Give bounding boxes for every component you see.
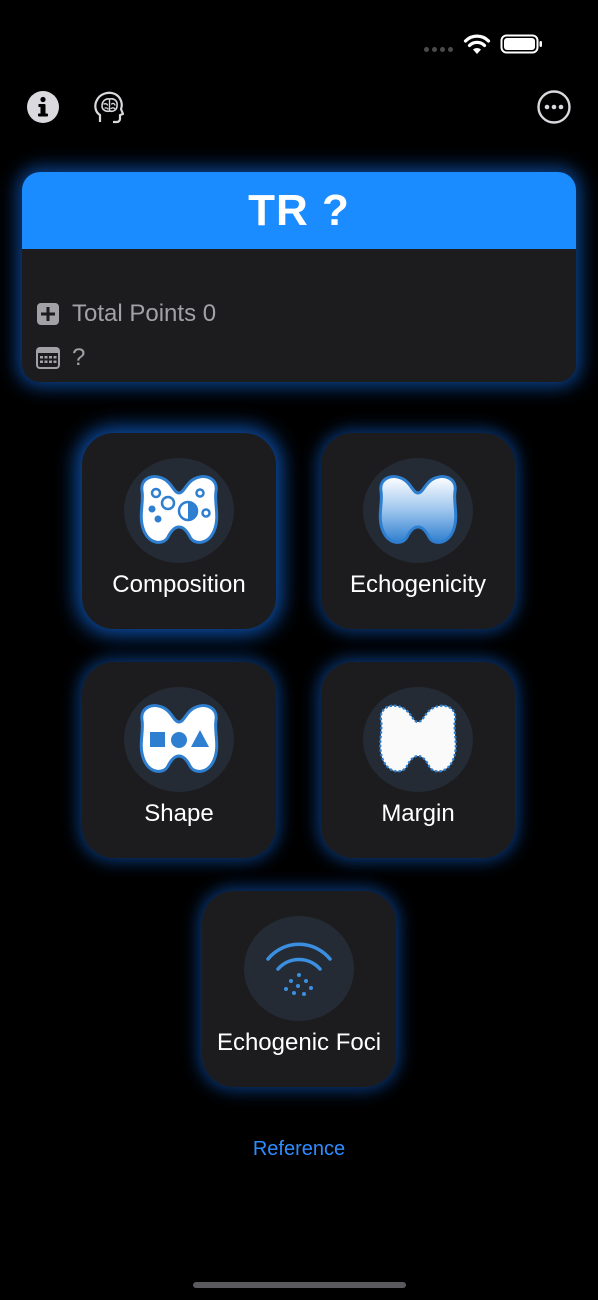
ellipsis-circle-icon[interactable] xyxy=(536,89,572,125)
margin-tile[interactable]: Margin xyxy=(321,662,515,858)
echogenicity-tile[interactable]: Echogenicity xyxy=(321,433,515,629)
reference-link[interactable]: Reference xyxy=(0,1138,598,1161)
battery-icon xyxy=(500,34,542,54)
signal-dots-icon xyxy=(424,47,453,52)
composition-icon-bg xyxy=(124,458,234,563)
shape-icon-bg xyxy=(124,687,234,792)
thyroid-margin-icon xyxy=(379,704,457,772)
margin-icon-bg xyxy=(363,687,473,792)
calendar-row: ? xyxy=(36,344,85,372)
echogenicity-icon-bg xyxy=(363,458,473,563)
tirads-result-title: TR ? xyxy=(248,185,350,235)
result-card: TR ? Total Points 0 ? xyxy=(22,172,576,382)
echogenicity-label: Echogenicity xyxy=(349,571,487,598)
shape-label: Shape xyxy=(144,800,214,827)
echogenic-foci-tile[interactable]: Echogenic Foci xyxy=(202,891,396,1087)
thyroid-echogenicity-icon xyxy=(378,474,458,544)
echogenic-foci-label: Echogenic Foci xyxy=(216,1029,382,1056)
total-points-row: Total Points 0 xyxy=(36,300,216,328)
composition-tile[interactable]: Composition xyxy=(82,433,276,629)
thyroid-composition-icon xyxy=(139,474,219,544)
app-screen: TR ? Total Points 0 ? Composition Echoge… xyxy=(0,0,598,1300)
echogenic-foci-icon xyxy=(266,942,332,996)
info-icon[interactable] xyxy=(25,89,61,125)
shape-tile[interactable]: Shape xyxy=(82,662,276,858)
margin-label: Margin xyxy=(381,800,455,827)
wifi-icon xyxy=(463,34,491,54)
thyroid-shape-icon xyxy=(139,703,219,773)
home-indicator[interactable] xyxy=(193,1282,406,1288)
plus-square-icon xyxy=(37,303,59,325)
calendar-icon xyxy=(36,347,60,369)
result-header: TR ? xyxy=(22,172,576,249)
composition-label: Composition xyxy=(112,571,246,598)
echogenic-foci-icon-bg xyxy=(244,916,354,1021)
brain-head-icon[interactable] xyxy=(91,89,127,125)
calendar-value: ? xyxy=(72,344,86,371)
total-points-label: Total Points 0 xyxy=(72,300,217,327)
